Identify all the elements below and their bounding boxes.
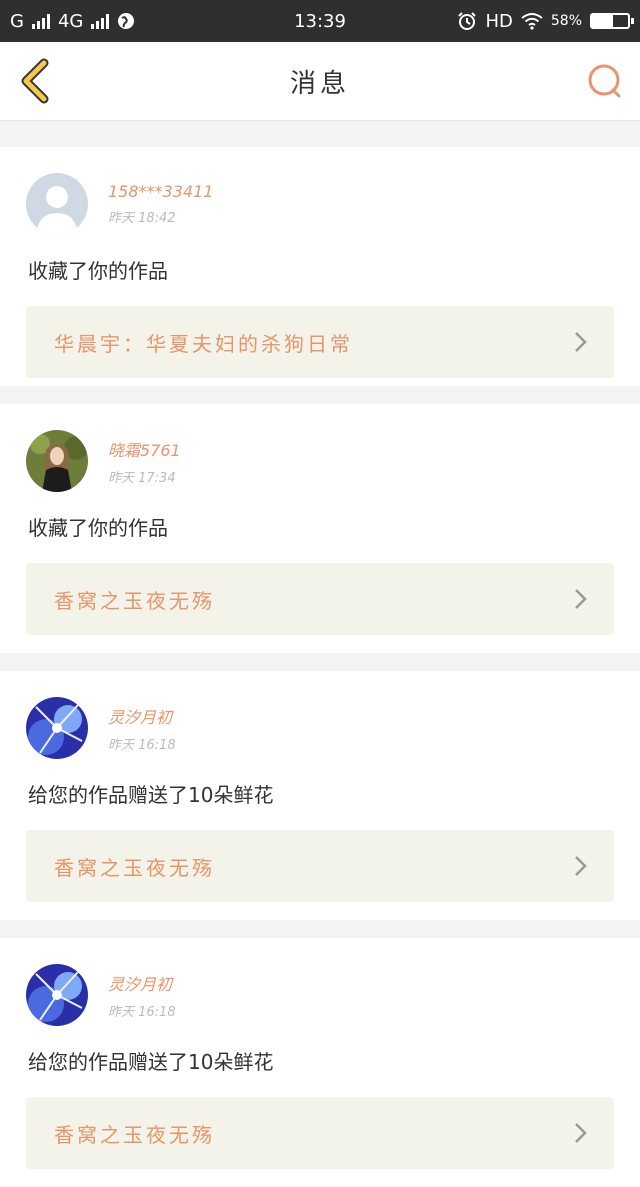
list-top-spacer: [0, 121, 640, 147]
message-header: 晓霜5761 昨天 17:34: [26, 430, 614, 492]
work-title: 香窝之玉夜无殇: [54, 855, 215, 880]
timestamp: 昨天 18:42: [108, 211, 176, 226]
chevron-right-icon: [575, 856, 587, 876]
work-link[interactable]: 香窝之玉夜无殇: [26, 563, 614, 635]
action-text: 收藏了你的作品: [28, 516, 168, 540]
alarm-icon: [458, 12, 477, 30]
hd-label: HD: [485, 10, 513, 32]
work-title: 香窝之玉夜无殇: [54, 1122, 215, 1147]
work-link[interactable]: 华晨宇：华夏夫妇的杀狗日常: [26, 306, 614, 378]
signal-icon: [31, 13, 50, 29]
message-card: 灵汐月初 昨天 16:18 给您的作品赠送了10朵鲜花 香窝之玉夜无殇: [0, 938, 640, 1187]
message-header: 158***33411 昨天 18:42: [26, 173, 614, 235]
message-header: 灵汐月初 昨天 16:18: [26, 697, 614, 759]
message-meta: 晓霜5761 昨天 17:34: [108, 437, 181, 486]
back-icon[interactable]: [16, 58, 56, 104]
carrier-label-1: G: [10, 10, 24, 32]
signal-icon-2: [91, 13, 110, 29]
work-link[interactable]: 香窝之玉夜无殇: [26, 830, 614, 902]
nav-bar: 消息: [0, 42, 640, 121]
status-right: HD 58%: [457, 10, 634, 32]
work-title: 香窝之玉夜无殇: [54, 588, 215, 613]
search-icon[interactable]: [586, 62, 624, 100]
avatar[interactable]: [26, 173, 88, 235]
battery-icon: [590, 13, 634, 29]
carrier-label-2: 4G: [57, 10, 84, 32]
battery-percent: 58%: [550, 13, 582, 29]
message-card: 158***33411 昨天 18:42 收藏了你的作品 华晨宇：华夏夫妇的杀狗…: [0, 147, 640, 386]
message-meta: 158***33411 昨天 18:42: [108, 182, 213, 226]
user-name[interactable]: 灵汐月初: [108, 704, 176, 728]
action-text: 给您的作品赠送了10朵鲜花: [28, 783, 274, 807]
action-text: 给您的作品赠送了10朵鲜花: [28, 1050, 274, 1074]
message-meta: 灵汐月初 昨天 16:18: [108, 971, 176, 1020]
message-card: 晓霜5761 昨天 17:34 收藏了你的作品 香窝之玉夜无殇: [0, 404, 640, 653]
default-avatar-icon: [26, 173, 88, 235]
timestamp: 昨天 17:34: [108, 470, 176, 486]
user-name[interactable]: 158***33411: [108, 182, 213, 201]
message-header: 灵汐月初 昨天 16:18: [26, 964, 614, 1026]
page-title: 消息: [289, 68, 350, 99]
photo-avatar-icon: [26, 430, 88, 492]
chevron-right-icon: [575, 332, 587, 352]
status-left: G 4G: [10, 11, 135, 32]
action-text: 收藏了你的作品: [28, 259, 168, 283]
avatar[interactable]: [26, 697, 88, 759]
blue-art-avatar-icon: [26, 697, 88, 759]
chevron-right-icon: [575, 1123, 587, 1143]
message-meta: 灵汐月初 昨天 16:18: [108, 704, 176, 753]
globe-icon: [118, 13, 135, 29]
avatar[interactable]: [26, 964, 88, 1026]
blue-art-avatar-icon: [26, 964, 88, 1026]
work-link[interactable]: 香窝之玉夜无殇: [26, 1097, 614, 1169]
avatar[interactable]: [26, 430, 88, 492]
chevron-right-icon: [575, 589, 587, 609]
timestamp: 昨天 16:18: [108, 1004, 176, 1020]
status-bar: G 4G 13:39 HD 58%: [0, 0, 640, 42]
user-name[interactable]: 晓霜5761: [108, 437, 181, 461]
message-list: 158***33411 昨天 18:42 收藏了你的作品 华晨宇：华夏夫妇的杀狗…: [0, 147, 640, 1187]
user-name[interactable]: 灵汐月初: [108, 971, 176, 995]
wifi-icon: [521, 13, 543, 30]
clock: 13:39: [294, 10, 346, 32]
work-title: 华晨宇：华夏夫妇的杀狗日常: [54, 331, 353, 356]
message-card: 灵汐月初 昨天 16:18 给您的作品赠送了10朵鲜花 香窝之玉夜无殇: [0, 671, 640, 920]
timestamp: 昨天 16:18: [108, 737, 176, 753]
